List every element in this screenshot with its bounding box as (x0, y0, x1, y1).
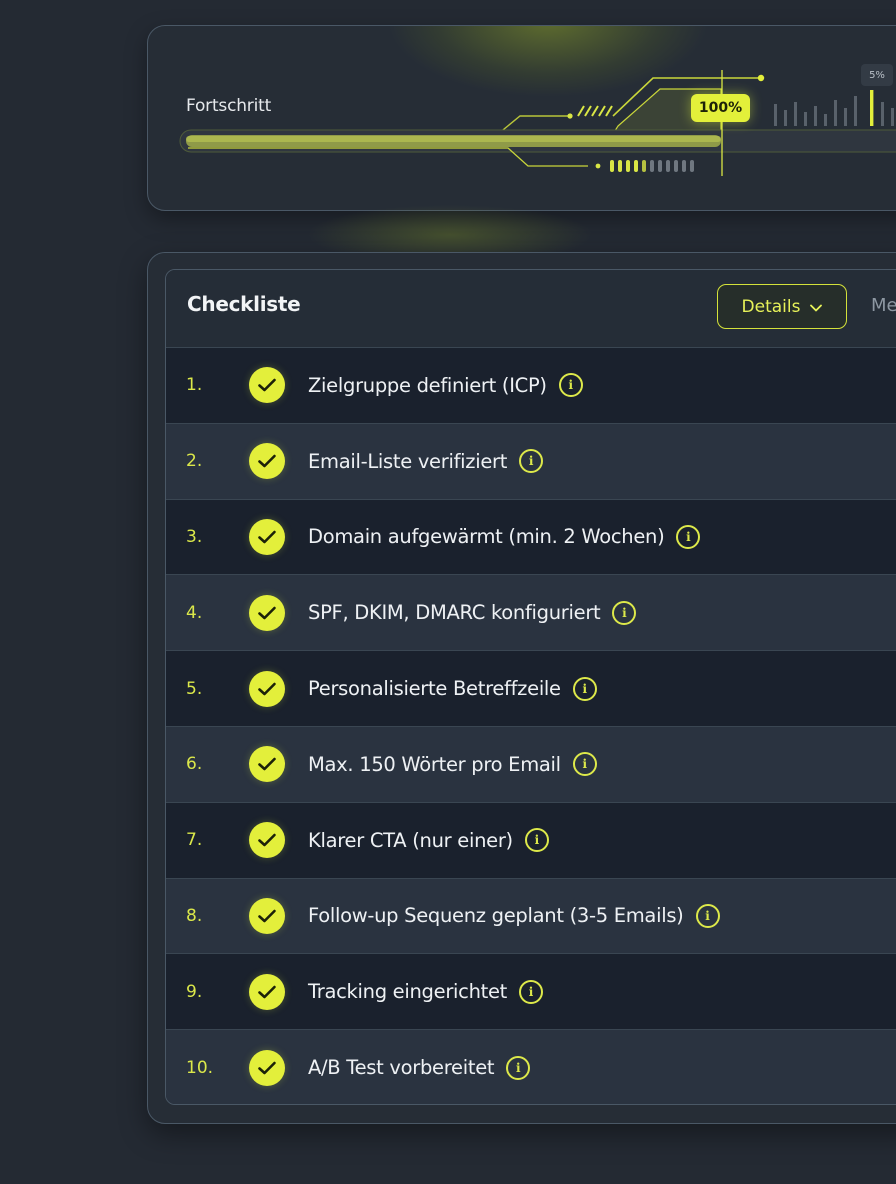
item-content: Personalisierte Betreffzeile i (308, 651, 597, 726)
item-label: A/B Test vorbereitet (308, 1056, 495, 1080)
info-icon[interactable]: i (676, 524, 701, 549)
item-number: 8. (186, 905, 203, 926)
checklist-item[interactable]: 8. Follow-up Sequenz geplant (3-5 Emails)… (166, 878, 896, 955)
item-label: Follow-up Sequenz geplant (3-5 Emails) (308, 904, 684, 928)
check-icon[interactable] (249, 443, 285, 480)
check-icon[interactable] (249, 1049, 285, 1086)
checklist-header: Checkliste Details Me (166, 270, 896, 348)
info-icon[interactable]: i (519, 449, 544, 474)
checklist-item[interactable]: 2. Email-Liste verifiziert i (166, 423, 896, 500)
item-number: 5. (186, 678, 203, 699)
checklist-list: 1. Zielgruppe definiert (ICP) i 2. Email-Lis… (166, 348, 896, 1104)
check-icon[interactable] (249, 973, 285, 1010)
item-number: 2. (186, 451, 203, 472)
item-content: SPF, DKIM, DMARC konfiguriert i (308, 575, 637, 650)
details-dropdown-button[interactable]: Details (717, 284, 847, 329)
item-label: Email-Liste verifiziert (308, 449, 508, 473)
progress-bar-graphic (179, 70, 896, 176)
check-icon[interactable] (249, 594, 285, 631)
details-button-label: Details (741, 296, 801, 317)
checklist-item[interactable]: 5. Personalisierte Betreffzeile i (166, 651, 896, 727)
info-icon[interactable]: i (572, 676, 597, 701)
item-label: Klarer CTA (nur einer) (308, 828, 513, 852)
checklist-item[interactable]: 1. Zielgruppe definiert (ICP) i (166, 348, 896, 424)
item-number: 10. (186, 1057, 214, 1078)
checklist-item[interactable]: 3. Domain aufgewärmt (min. 2 Wochen) i (166, 499, 896, 576)
checklist-item[interactable]: 9. Tracking eingerichtet i (166, 954, 896, 1031)
item-content: A/B Test vorbereitet i (308, 1030, 531, 1104)
item-number: 3. (186, 526, 203, 547)
item-label: Tracking eingerichtet (308, 980, 508, 1004)
item-content: Klarer CTA (nur einer) i (308, 803, 549, 878)
info-icon[interactable]: i (506, 1055, 531, 1080)
scale-chip: 5% (861, 64, 893, 86)
item-content: Domain aufgewärmt (min. 2 Wochen) i (308, 500, 701, 575)
item-number: 9. (186, 981, 203, 1002)
checklist-title: Checkliste (187, 292, 301, 316)
checklist-item[interactable]: 7. Klarer CTA (nur einer) i (166, 802, 896, 879)
checklist-item[interactable]: 10. A/B Test vorbereitet i (166, 1030, 896, 1104)
info-icon[interactable]: i (572, 752, 597, 777)
item-number: 1. (186, 375, 203, 396)
check-icon[interactable] (249, 367, 285, 404)
item-label: Max. 150 Wörter pro Email (308, 752, 561, 776)
check-icon[interactable] (249, 518, 285, 555)
item-content: Max. 150 Wörter pro Email i (308, 727, 597, 802)
item-label: Zielgruppe definiert (ICP) (308, 373, 547, 397)
item-number: 6. (186, 754, 203, 775)
checklist-item[interactable]: 4. SPF, DKIM, DMARC konfiguriert i (166, 575, 896, 652)
item-label: Personalisierte Betreffzeile (308, 677, 561, 701)
item-label: SPF, DKIM, DMARC konfiguriert (308, 601, 601, 625)
chevron-down-icon (810, 297, 823, 317)
info-icon[interactable]: i (524, 828, 549, 853)
item-content: Zielgruppe definiert (ICP) i (308, 348, 583, 423)
item-content: Follow-up Sequenz geplant (3-5 Emails) i (308, 879, 720, 954)
info-icon[interactable]: i (558, 373, 583, 398)
progress-card: Fortschritt 100% 5% (147, 25, 896, 211)
checklist-item[interactable]: 6. Max. 150 Wörter pro Email i (166, 726, 896, 803)
info-icon[interactable]: i (519, 979, 544, 1004)
item-number: 7. (186, 830, 203, 851)
progress-percent-badge: 100% (691, 94, 750, 122)
info-icon[interactable]: i (612, 600, 637, 625)
info-icon[interactable]: i (695, 903, 720, 928)
progress-label: Fortschritt (186, 96, 272, 116)
item-label: Domain aufgewärmt (min. 2 Wochen) (308, 525, 665, 549)
check-icon[interactable] (249, 822, 285, 859)
checklist-panel: Checkliste Details Me 1. Zielgruppe defin… (165, 269, 896, 1105)
check-icon[interactable] (249, 746, 285, 783)
check-icon[interactable] (249, 897, 285, 934)
item-content: Tracking eingerichtet i (308, 954, 544, 1029)
check-icon[interactable] (249, 670, 285, 707)
item-content: Email-Liste verifiziert i (308, 424, 544, 499)
more-tab[interactable]: Me (871, 295, 896, 316)
item-number: 4. (186, 602, 203, 623)
